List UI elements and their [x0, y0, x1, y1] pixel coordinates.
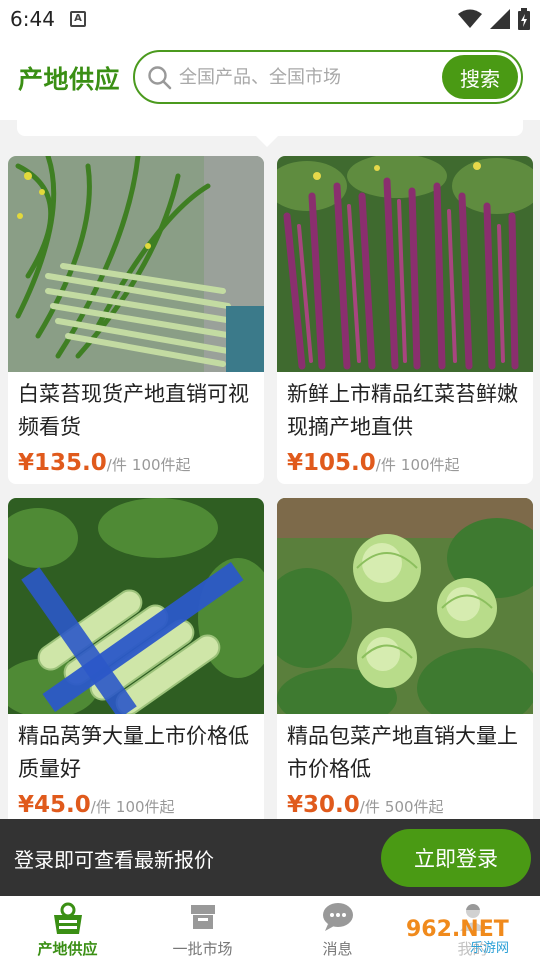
notification-a-icon: A — [70, 11, 86, 27]
product-card[interactable]: 新鲜上市精品红菜苔鲜嫩现摘产地直供 ¥105.0/件 100件起 — [277, 156, 533, 484]
product-title: 白菜苔现货产地直销可视频看货 — [18, 382, 249, 439]
product-card[interactable]: 白菜苔现货产地直销可视频看货 ¥135.0/件 100件起 — [8, 156, 264, 484]
search-input[interactable] — [179, 60, 434, 94]
search-button[interactable]: 搜索 — [442, 55, 518, 99]
min-order: 100件起 — [400, 456, 460, 474]
product-title: 精品包菜产地直销大量上市价格低 — [287, 724, 518, 781]
price-row: ¥45.0/件 100件起 — [18, 792, 175, 818]
min-order: 100件起 — [115, 798, 175, 816]
min-order: 500件起 — [384, 798, 444, 816]
site-watermark-logo: 962.NET 乐游网 — [400, 910, 534, 956]
status-time: 6:44 — [10, 7, 55, 31]
login-prompt-bar: 登录即可查看最新报价 立即登录 — [0, 819, 540, 896]
nav-item-messages[interactable]: 消息 — [270, 896, 405, 960]
watermark-subtext: 乐游网 — [470, 941, 509, 956]
login-button[interactable]: 立即登录 — [381, 829, 531, 887]
product-title: 新鲜上市精品红菜苔鲜嫩现摘产地直供 — [287, 382, 518, 439]
battery-icon — [518, 8, 530, 30]
page-title: 产地供应 — [18, 65, 121, 94]
status-icons — [458, 8, 530, 30]
login-prompt-text: 登录即可查看最新报价 — [14, 848, 214, 872]
product-card[interactable]: 精品包菜产地直销大量上市价格低 ¥30.0/件 500件起 — [277, 498, 533, 838]
product-price: ¥30.0 — [287, 792, 360, 818]
product-image-hongcaitai — [277, 156, 533, 372]
nav-item-market[interactable]: 一批市场 — [135, 896, 270, 960]
nav-label: 产地供应 — [37, 940, 98, 958]
header: 产地供应 搜索 — [0, 38, 540, 120]
price-unit: /件 — [375, 456, 396, 474]
price-row: ¥30.0/件 500件起 — [287, 792, 444, 818]
search-bar[interactable]: 搜索 — [133, 50, 523, 104]
product-price: ¥45.0 — [18, 792, 91, 818]
product-title: 精品莴笋大量上市价格低质量好 — [18, 724, 249, 781]
product-card[interactable]: 精品莴笋大量上市价格低质量好 ¥45.0/件 100件起 — [8, 498, 264, 838]
market-icon — [190, 905, 215, 929]
price-unit: /件 — [106, 456, 127, 474]
product-price: ¥105.0 — [287, 450, 376, 476]
product-image-baicaitai — [8, 156, 264, 372]
watermark-text: 962.NET — [406, 917, 509, 942]
wifi-icon — [458, 9, 482, 28]
nav-label: 消息 — [322, 940, 353, 958]
panel-pointer — [256, 136, 278, 147]
price-row: ¥105.0/件 100件起 — [287, 450, 460, 476]
price-unit: /件 — [90, 798, 111, 816]
status-bar: 6:44 A — [0, 0, 540, 38]
signal-icon — [490, 9, 510, 29]
chat-icon — [322, 903, 353, 931]
product-image-baocai — [277, 498, 533, 714]
min-order: 100件起 — [131, 456, 191, 474]
product-image-wosun — [8, 498, 264, 714]
nav-item-supply[interactable]: 产地供应 — [0, 896, 135, 960]
dropdown-panel-edge — [17, 118, 523, 136]
price-unit: /件 — [359, 798, 380, 816]
nav-label: 一批市场 — [172, 940, 233, 958]
search-icon — [148, 66, 172, 90]
product-price: ¥135.0 — [18, 450, 107, 476]
basket-icon — [53, 902, 82, 934]
price-row: ¥135.0/件 100件起 — [18, 450, 191, 476]
